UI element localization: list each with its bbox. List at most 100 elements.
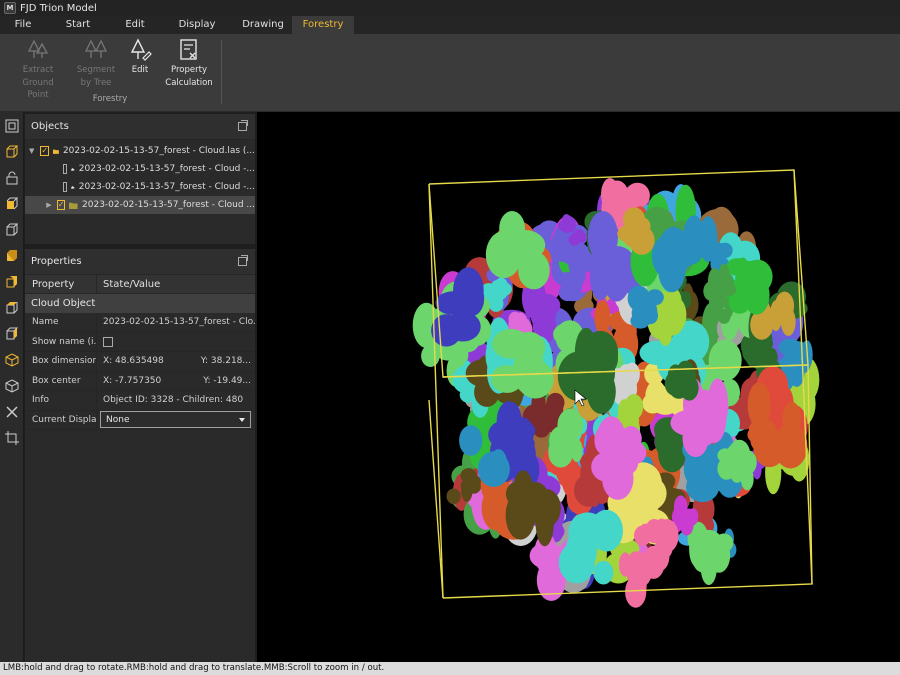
tab-drawing[interactable]: Drawing	[234, 16, 292, 34]
box2-icon[interactable]	[3, 377, 21, 395]
folder-icon	[53, 149, 59, 154]
prop-row-box-center: Box center X: -7.757350 Y: -19.49...	[25, 371, 255, 391]
app-logo: M	[4, 2, 16, 14]
box-center-x: X: -7.757350	[103, 375, 162, 386]
prop-label: Box center	[32, 375, 81, 386]
float-panel-icon[interactable]	[238, 255, 248, 266]
tree-segment	[431, 267, 485, 347]
column-header-value: State/Value	[96, 275, 255, 293]
prop-label: Box dimensions	[32, 356, 96, 367]
lock-icon[interactable]	[3, 169, 21, 187]
prop-row-show-name: Show name (i...	[25, 332, 255, 352]
cube-orange2-icon[interactable]	[3, 273, 21, 291]
section-cloud-object: Cloud Object	[25, 294, 255, 313]
tab-start[interactable]: Start	[46, 16, 110, 34]
checkbox[interactable]	[63, 182, 68, 192]
ribbon-group-label: Forestry	[92, 94, 128, 104]
prop-value	[96, 332, 255, 351]
point-cloud-scene[interactable]	[257, 112, 900, 662]
segment-by-tree-button[interactable]: Segment by Tree	[72, 38, 120, 89]
prop-row-current-display: Current Display None	[25, 410, 255, 430]
current-display-value: None	[106, 414, 130, 425]
expand-arrow-icon[interactable]: ▼	[29, 147, 34, 155]
prop-row-info: Info Object ID: 3328 - Children: 480	[25, 391, 255, 411]
tree-item-label: 2023-02-02-15-13-57_forest - Cloud -...	[78, 164, 255, 174]
cube-side2-icon[interactable]	[3, 325, 21, 343]
current-display-select[interactable]: None	[100, 411, 251, 429]
menu-bar: File Start Edit Display Drawing Forestry	[0, 16, 900, 34]
prop-label: Info	[32, 395, 50, 406]
tab-display[interactable]: Display	[160, 16, 234, 34]
checkbox[interactable]: ✓	[56, 200, 66, 210]
objects-panel-header: Objects	[25, 114, 255, 140]
properties-header-row: Property State/Value	[25, 275, 255, 294]
cube-side-icon[interactable]	[3, 299, 21, 317]
box-icon[interactable]	[3, 351, 21, 369]
tab-forestry[interactable]: Forestry	[292, 16, 354, 34]
box-dim-y: Y: 38.218...	[200, 356, 251, 367]
status-bar: LMB:hold and drag to rotate.RMB:hold and…	[0, 662, 900, 675]
tree-item-tree-group[interactable]: ▶ ✓ 2023-02-02-15-13-57_forest - Cloud .…	[25, 196, 255, 214]
show-name-checkbox[interactable]	[103, 336, 113, 347]
segmented-trees	[412, 178, 820, 608]
checkbox[interactable]	[63, 164, 68, 174]
prop-value: X: -7.757350 Y: -19.49...	[96, 371, 255, 390]
edit-label: Edit	[131, 65, 149, 75]
tools-icon[interactable]	[3, 403, 21, 421]
tree-item-root[interactable]: ▼ ✓ 2023-02-02-15-13-57_forest - Cloud.l…	[25, 142, 255, 160]
tree-item-label: 2023-02-02-15-13-57_forest - Cloud -...	[78, 182, 255, 192]
dropdown-caret-icon	[239, 417, 245, 422]
ribbon-separator	[221, 40, 222, 104]
tree-edit-icon	[130, 38, 152, 61]
prop-row-name: Name 2023-02-02-15-13-57_forest - Clo...	[25, 313, 255, 333]
prop-label: Show name (i...	[32, 336, 96, 347]
extract-ground-point-button[interactable]: Extract Ground Point	[6, 38, 70, 102]
edit-tree-button[interactable]: Edit	[124, 38, 156, 77]
cube-wire-icon[interactable]	[3, 143, 21, 161]
property-calculation-button[interactable]: Property Calculation	[162, 38, 216, 89]
3d-viewport[interactable]	[257, 112, 900, 662]
tab-edit[interactable]: Edit	[110, 16, 160, 34]
cloud-icon	[71, 185, 75, 189]
prop-label: Current Display	[32, 414, 96, 425]
objects-tree: ▼ ✓ 2023-02-02-15-13-57_forest - Cloud.l…	[25, 140, 255, 244]
tree-item-cloud-1[interactable]: 2023-02-02-15-13-57_forest - Cloud -...	[25, 160, 255, 178]
objects-panel: Objects ▼ ✓ 2023-02-02-15-13-57_forest -…	[25, 114, 255, 244]
properties-panel-header: Properties	[25, 249, 255, 275]
collapse-arrow-icon[interactable]: ▶	[45, 201, 53, 209]
prop-value: X: 48.635498 Y: 38.218...	[96, 352, 255, 371]
tree-group-icon	[69, 202, 79, 209]
cloud-icon	[71, 167, 75, 171]
segment-label-1: Segment	[76, 65, 116, 75]
box-center-y: Y: -19.49...	[203, 375, 251, 386]
properties-panel: Properties Property State/Value Cloud Ob…	[25, 249, 255, 662]
tree-item-cloud-2[interactable]: 2023-02-02-15-13-57_forest - Cloud -...	[25, 178, 255, 196]
window-title: FJD Trion Model	[20, 2, 97, 14]
prop-value[interactable]: 2023-02-02-15-13-57_forest - Clo...	[96, 313, 255, 332]
title-bar: M FJD Trion Model	[0, 0, 900, 16]
checkbox[interactable]: ✓	[40, 146, 50, 156]
cube-orange-icon[interactable]	[3, 247, 21, 265]
crop-icon[interactable]	[3, 429, 21, 447]
trees-icon	[27, 39, 49, 58]
app-window: M FJD Trion Model File Start Edit Displa…	[0, 0, 900, 675]
float-panel-icon[interactable]	[238, 120, 248, 131]
property-calc-label-1: Property	[171, 65, 207, 75]
extract-ground-label-1: Extract Ground	[22, 65, 54, 88]
tree-item-label: 2023-02-02-15-13-57_forest - Cloud.las (…	[62, 146, 255, 156]
calculation-icon	[180, 39, 197, 60]
trees-icon	[84, 39, 108, 58]
prop-label: Name	[32, 317, 59, 328]
property-calc-label-2: Calculation	[165, 77, 213, 88]
tab-file[interactable]: File	[0, 16, 46, 34]
cube-outline-icon[interactable]	[3, 221, 21, 239]
prop-value: None	[96, 410, 255, 429]
select-icon[interactable]	[3, 117, 21, 135]
properties-panel-title: Properties	[31, 256, 82, 267]
cube-icon[interactable]	[3, 195, 21, 213]
box-dim-x: X: 48.635498	[103, 356, 164, 367]
prop-value: Object ID: 3328 - Children: 480	[96, 391, 255, 410]
ribbon: Extract Ground Point Segment by Tree Edi…	[0, 34, 900, 112]
tree-item-label: 2023-02-02-15-13-57_forest - Cloud ...	[82, 200, 255, 210]
objects-panel-title: Objects	[31, 121, 69, 132]
